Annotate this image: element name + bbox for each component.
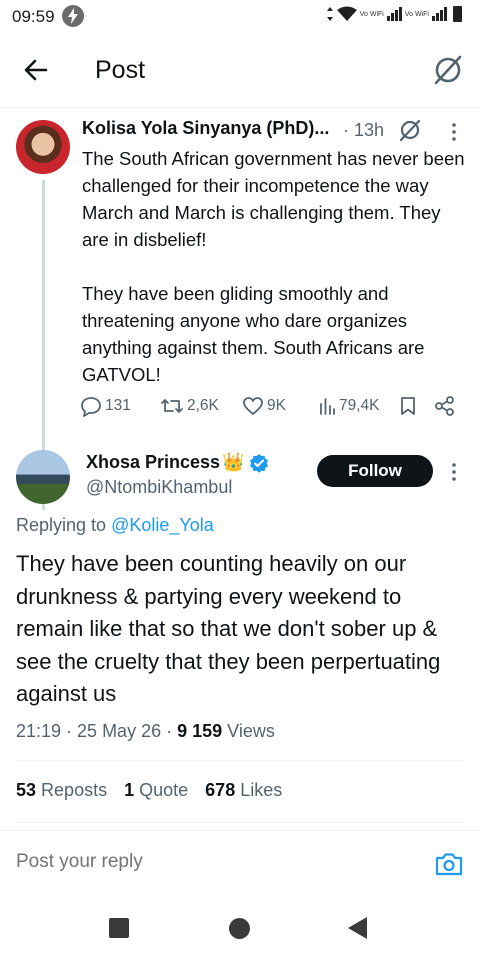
post-paragraph: The South African government has never b… — [82, 148, 465, 250]
replying-to: Replying to @Kolie_Yola — [16, 515, 214, 536]
more-vertical-icon — [452, 463, 456, 481]
views-count: 9 159 — [177, 721, 223, 741]
battery-saver-icon — [62, 5, 84, 27]
post-time: · 13h — [343, 120, 385, 140]
post-paragraph: They have been gliding smoothly and thre… — [82, 283, 425, 385]
grok-button[interactable] — [397, 117, 423, 143]
page-title: Post — [95, 56, 146, 84]
replying-handle-link[interactable]: @Kolie_Yola — [111, 515, 214, 535]
views-chart-icon — [320, 398, 335, 415]
reply-count: 131 — [105, 397, 131, 414]
status-icons: Vo WiFi Vo WiFi — [326, 6, 462, 22]
reposts-label: Reposts — [41, 780, 108, 800]
reply-input[interactable] — [16, 851, 396, 873]
signal-icon-2 — [432, 7, 447, 21]
divider — [16, 760, 464, 761]
heart-icon — [243, 397, 263, 415]
author-name[interactable]: Kolisa Yola Sinyanya (PhD)... — [82, 118, 329, 139]
camera-icon — [435, 853, 463, 876]
author-name[interactable]: Xhosa Princess 👑 — [86, 452, 269, 473]
system-nav-bar — [0, 898, 480, 960]
author-name-text: Xhosa Princess — [86, 452, 221, 472]
likes-stat[interactable]: 678 Likes — [205, 780, 282, 801]
author-handle[interactable]: @NtombiKhambul — [86, 477, 232, 498]
divider — [16, 822, 464, 823]
repost-button[interactable]: 2,6K — [160, 395, 219, 417]
reply-button[interactable]: 131 — [80, 395, 131, 417]
views-count: 79,4K — [339, 397, 380, 414]
camera-button[interactable] — [434, 849, 464, 879]
grok-icon — [399, 119, 421, 142]
post-text: The South African government has never b… — [82, 145, 472, 388]
repost-icon — [161, 399, 183, 413]
share-button[interactable] — [434, 395, 456, 417]
quotes-stat[interactable]: 1 Quote — [124, 780, 188, 801]
likes-count: 678 — [205, 780, 236, 800]
like-count: 9K — [267, 397, 286, 414]
back-button[interactable] — [18, 54, 54, 86]
vowifi-label-2: Vo WiFi — [404, 10, 429, 18]
repost-count: 2,6K — [187, 397, 219, 414]
follow-button[interactable]: Follow — [317, 455, 433, 487]
wifi-icon — [336, 6, 357, 21]
signal-icon — [386, 7, 402, 21]
back-triangle-icon[interactable] — [348, 917, 367, 939]
post-stats: 53 Reposts 1 Quote 678 Likes — [16, 780, 282, 801]
post-meta: 21:19 · 25 May 26 · 9 159 Views — [16, 721, 275, 742]
data-arrows-icon — [326, 7, 333, 21]
reposts-count: 53 — [16, 780, 37, 800]
reposts-stat[interactable]: 53 Reposts — [16, 780, 107, 801]
verified-badge-icon — [249, 453, 268, 473]
more-options-button[interactable] — [444, 460, 464, 484]
bookmark-button[interactable] — [398, 395, 418, 417]
like-button[interactable]: 9K — [242, 395, 286, 417]
grok-icon — [434, 55, 462, 85]
crown-emoji: 👑 — [222, 452, 245, 472]
post-timestamp: 21:19 · 25 May 26 · — [16, 721, 173, 741]
views-button[interactable]: 79,4K — [318, 395, 380, 417]
top-bar: Post — [0, 34, 480, 108]
status-bar: 09:59 Vo WiFi Vo WiFi — [0, 0, 480, 34]
reply-composer — [0, 830, 480, 898]
grok-button[interactable] — [430, 52, 466, 88]
likes-label: Likes — [240, 780, 283, 800]
vowifi-label: Vo WiFi — [359, 10, 384, 18]
views-label: Views — [227, 721, 275, 741]
bookmark-icon — [401, 397, 415, 415]
post-actions: 131 2,6K 9K 79,4K — [80, 395, 470, 425]
recent-apps-icon[interactable] — [109, 918, 129, 938]
quotes-label: Quote — [139, 780, 189, 800]
reply-icon — [81, 397, 101, 417]
share-icon — [435, 396, 454, 416]
more-vertical-icon — [452, 123, 456, 141]
battery-icon — [453, 6, 462, 22]
more-options-button[interactable] — [444, 120, 464, 144]
avatar[interactable] — [16, 450, 70, 504]
status-time: 09:59 — [12, 7, 55, 26]
avatar[interactable] — [16, 120, 70, 174]
quotes-count: 1 — [124, 780, 135, 800]
reply-text: They have been counting heavily on our d… — [16, 551, 441, 706]
replying-prefix: Replying to — [16, 515, 107, 535]
home-icon[interactable] — [229, 918, 250, 939]
back-arrow-icon — [24, 59, 48, 81]
